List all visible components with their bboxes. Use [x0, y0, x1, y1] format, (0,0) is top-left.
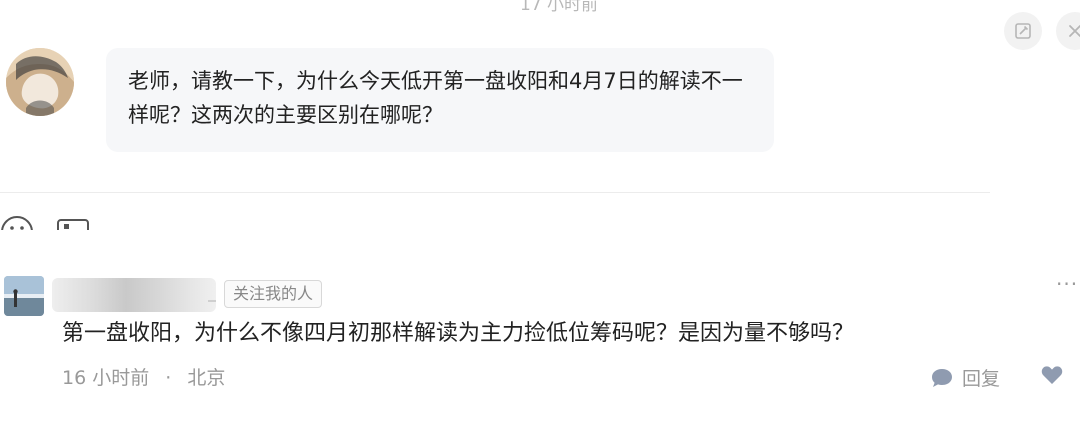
- teacher-avatar-image: [6, 48, 74, 116]
- edit-button[interactable]: [1004, 12, 1042, 50]
- reply-label: 回复: [962, 368, 1001, 390]
- reply-toolbar: [0, 212, 120, 230]
- divider: [0, 192, 990, 193]
- like-button[interactable]: [1040, 364, 1064, 386]
- commenter-avatar-image: [4, 276, 44, 316]
- commenter-username-blurred: [52, 278, 216, 312]
- comment-text: 第一盘收阳，为什么不像四月初那样解读为主力捡低位筹码呢？是因为量不够吗？: [62, 321, 855, 346]
- top-right-actions: [1004, 12, 1080, 50]
- heart-icon: [1041, 366, 1063, 384]
- commenter-avatar[interactable]: [4, 276, 44, 316]
- close-button[interactable]: [1056, 12, 1080, 50]
- question-bubble: 老师，请教一下，为什么今天低开第一盘收阳和4月7日的解读不一样呢？这两次的主要区…: [106, 48, 774, 152]
- question-timestamp: 17 小时前: [520, 0, 599, 15]
- comment-location: 北京: [187, 367, 226, 389]
- comment-time: 16 小时前: [62, 367, 150, 389]
- emoji-icon[interactable]: [0, 212, 36, 230]
- commenter-username-underscore: [208, 300, 216, 302]
- follower-tag: 关注我的人: [224, 280, 323, 308]
- comment-meta: 16 小时前 · 北京: [62, 364, 225, 392]
- question-text: 老师，请教一下，为什么今天低开第一盘收阳和4月7日的解读不一样呢？这两次的主要区…: [128, 69, 743, 127]
- more-options-button[interactable]: ···: [1056, 272, 1078, 296]
- reply-button[interactable]: 回复: [930, 364, 1000, 391]
- meta-separator: ·: [165, 367, 172, 389]
- image-icon[interactable]: [56, 212, 92, 230]
- comment-bubble-icon: [932, 368, 952, 387]
- edit-icon: [1015, 23, 1031, 39]
- teacher-avatar[interactable]: [6, 48, 74, 116]
- close-icon: [1069, 25, 1080, 37]
